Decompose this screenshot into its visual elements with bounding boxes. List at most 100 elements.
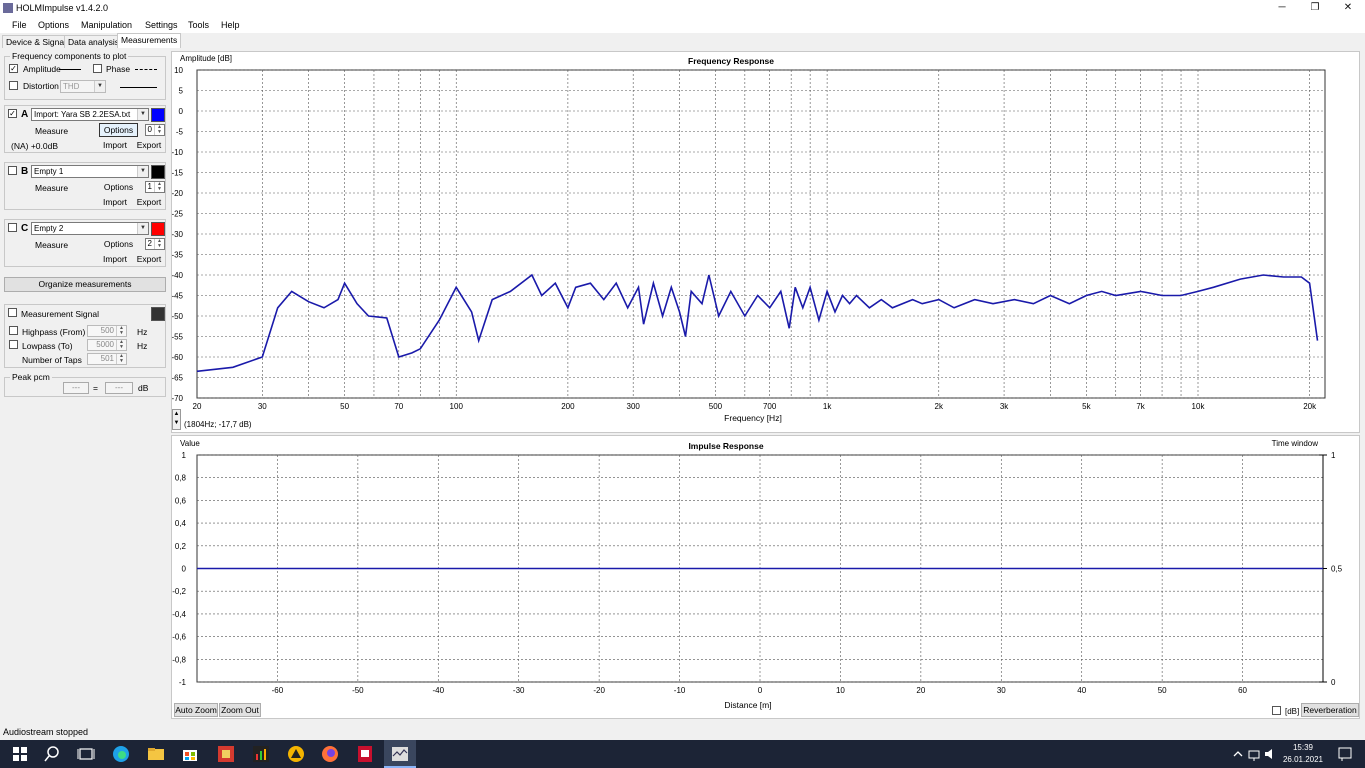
distortion-checkbox[interactable] (9, 81, 18, 90)
channel-a-import-button[interactable]: Import (99, 139, 131, 152)
freq-y-axis-label: Amplitude [dB] (180, 54, 232, 63)
menu-file[interactable]: File (12, 20, 27, 30)
freq-y-tick-label: -50 (172, 312, 184, 321)
freq-y-tick-label: -55 (172, 333, 184, 342)
menu-options[interactable]: Options (38, 20, 69, 30)
tray-chevron-up-icon[interactable] (1232, 744, 1244, 764)
impulse-x-tick-label: 20 (916, 686, 925, 695)
channel-c-number-value: 2 (147, 239, 152, 248)
window-title: HOLMImpulse v1.4.2.0 (16, 3, 109, 13)
minimize-button[interactable]: ─ (1268, 2, 1296, 16)
channel-b-export-button[interactable]: Export (133, 196, 165, 209)
highpass-checkbox[interactable] (9, 326, 18, 335)
clock-date[interactable]: 26.01.2021 (1281, 755, 1325, 764)
auto-zoom-button[interactable]: Auto Zoom (174, 703, 218, 717)
volume-icon[interactable] (1263, 744, 1277, 764)
menu-settings[interactable]: Settings (145, 20, 178, 30)
db-checkbox[interactable] (1272, 706, 1281, 715)
triangle-app-icon[interactable] (286, 744, 306, 764)
file-explorer-icon[interactable] (146, 744, 166, 764)
channel-a-options-button[interactable]: Options (99, 123, 138, 137)
channel-c-color-swatch[interactable] (151, 222, 165, 236)
app-red-icon[interactable] (216, 744, 236, 764)
channel-c-export-button[interactable]: Export (133, 253, 165, 266)
collapse-arrows-icon[interactable]: ▲ ▼ (172, 409, 181, 430)
channel-c-import-button[interactable]: Import (99, 253, 131, 266)
freq-x-tick-label: 10k (1192, 402, 1206, 411)
channel-a-export-button[interactable]: Export (133, 139, 165, 152)
tab-measurements[interactable]: Measurements (117, 33, 182, 48)
amplitude-checkbox[interactable]: ✓ (9, 64, 18, 73)
imp-x-axis-label: Distance [m] (724, 700, 771, 710)
menu-manipulation[interactable]: Manipulation (81, 20, 132, 30)
freq-x-tick-label: 200 (561, 402, 575, 411)
windows-start-icon[interactable] (10, 744, 30, 764)
notification-icon[interactable] (1335, 744, 1355, 764)
measurement-signal-checkbox[interactable] (8, 308, 17, 317)
channel-b-import-button[interactable]: Import (99, 196, 131, 209)
close-button[interactable]: ✕ (1334, 2, 1362, 16)
channel-b-measure[interactable]: Measure (35, 183, 68, 193)
pdf-app-icon[interactable] (355, 744, 375, 764)
edge-browser-icon[interactable] (111, 744, 131, 764)
task-view-icon[interactable] (76, 744, 96, 764)
freq-y-tick-label: -70 (172, 394, 184, 403)
channel-b-group: B Empty 1 ▼ Measure Options 1 ▲ ▼ Import Ex… (4, 162, 166, 210)
channel-c-measure[interactable]: Measure (35, 240, 68, 250)
channel-c-number[interactable]: 2 ▲ ▼ (145, 238, 165, 250)
clock-time[interactable]: 15:39 (1281, 743, 1325, 752)
channel-b-color-swatch[interactable] (151, 165, 165, 179)
channel-c-options-button[interactable]: Options (99, 238, 138, 251)
audio-app-icon[interactable] (251, 744, 271, 764)
highpass-input[interactable]: 500 ▲ ▼ (87, 325, 127, 337)
menu-help[interactable]: Help (221, 20, 240, 30)
phase-checkbox[interactable] (93, 64, 102, 73)
maximize-button[interactable]: ❐ (1301, 2, 1329, 16)
freq-x-tick-label: 20 (193, 402, 202, 411)
firefox-icon[interactable] (320, 744, 340, 764)
freq-y-tick-label: -20 (172, 189, 184, 198)
channel-c-source[interactable]: Empty 2 ▼ (31, 222, 149, 235)
highpass-unit: Hz (137, 327, 148, 337)
channel-a-checkbox[interactable]: ✓ (8, 109, 17, 118)
channel-b-letter: B (21, 166, 29, 177)
impulse-y-tick-label: 0 (182, 565, 187, 574)
distortion-select[interactable]: THD ▼ (60, 80, 106, 93)
menu-tools[interactable]: Tools (188, 20, 209, 30)
channel-b-checkbox[interactable] (8, 166, 17, 175)
impulse-x-tick-label: 60 (1238, 686, 1247, 695)
lowpass-label: Lowpass (To) (22, 341, 73, 351)
holmimpulse-taskbar-icon[interactable] (390, 744, 410, 764)
tab-data-analysis[interactable]: Data analysis (64, 35, 124, 48)
search-icon[interactable] (42, 744, 62, 764)
channel-a-group: ✓ A Import: Yara SB 2.2ESA.txt ▼ Measure … (4, 105, 166, 153)
db-label: [dB] (1285, 707, 1300, 716)
reverberation-button[interactable]: Reverberation (1301, 703, 1359, 717)
channel-a-source[interactable]: Import: Yara SB 2.2ESA.txt ▼ (31, 108, 149, 121)
measurement-signal-label: Measurement Signal (21, 309, 99, 319)
taps-input[interactable]: 501 ▲ ▼ (87, 353, 127, 365)
menu-bar: File Options Manipulation Settings Tools… (0, 17, 1365, 33)
frequency-response-chart[interactable]: Frequency Response Amplitude [dB] Freque… (172, 52, 1359, 432)
channel-a-number[interactable]: 0 ▲ ▼ (145, 124, 165, 136)
channel-b-number[interactable]: 1 ▲ ▼ (145, 181, 165, 193)
measurement-signal-swatch[interactable] (151, 307, 165, 321)
impulse-response-chart[interactable]: Impulse Response Value Time window Dista… (172, 436, 1359, 718)
channel-a-measure[interactable]: Measure (35, 126, 68, 136)
zoom-out-button[interactable]: Zoom Out (219, 703, 261, 717)
store-icon[interactable] (180, 744, 200, 764)
lowpass-checkbox[interactable] (9, 340, 18, 349)
channel-b-options-button[interactable]: Options (99, 181, 138, 194)
channel-b-source[interactable]: Empty 1 ▼ (31, 165, 149, 178)
network-icon[interactable] (1247, 744, 1261, 764)
channel-c-checkbox[interactable] (8, 223, 17, 232)
lowpass-input[interactable]: 5000 ▲ ▼ (87, 339, 127, 351)
organize-measurements-button[interactable]: Organize measurements (4, 277, 166, 292)
freq-x-tick-label: 100 (450, 402, 464, 411)
tab-device-signal[interactable]: Device & Signal (2, 35, 71, 48)
lowpass-value: 5000 (96, 340, 114, 349)
taps-value: 501 (100, 354, 114, 363)
impulse-x-tick-label: 10 (836, 686, 845, 695)
measurement-signal-group: Measurement Signal Highpass (From) 500 ▲ ▼… (4, 304, 166, 368)
channel-a-color-swatch[interactable] (151, 108, 165, 122)
